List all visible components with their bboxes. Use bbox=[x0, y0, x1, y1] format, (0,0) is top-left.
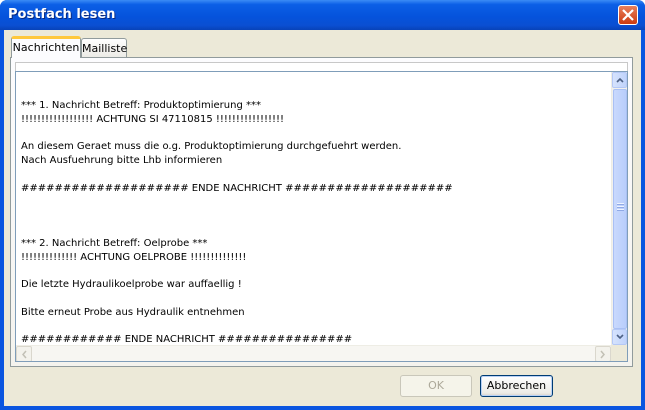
message-line bbox=[21, 85, 601, 99]
close-button[interactable] bbox=[618, 5, 638, 25]
message-line: Nach Ausfuehrung bitte Lhb informieren bbox=[21, 154, 223, 166]
message-line: An diesem Geraet muss die o.g. Produktop… bbox=[21, 141, 402, 153]
tab-mailliste[interactable]: Mailliste bbox=[81, 38, 127, 57]
chevron-down-icon bbox=[616, 334, 624, 340]
horizontal-scrollbar[interactable] bbox=[16, 345, 611, 361]
cancel-button[interactable]: Abbrechen bbox=[480, 375, 553, 397]
message-line bbox=[21, 223, 601, 237]
scroll-down-button[interactable] bbox=[612, 329, 627, 345]
window-title: Postfach lesen bbox=[8, 7, 116, 22]
dialog-window: Postfach lesen Nachrichten Mailliste ***… bbox=[0, 0, 645, 410]
message-line: *** 1. Nachricht Betreff: Produktoptimie… bbox=[21, 99, 261, 111]
vertical-scrollbar[interactable] bbox=[611, 72, 627, 345]
scroll-thumb[interactable] bbox=[613, 89, 627, 329]
message-line: *** 2. Nachricht Betreff: Oelprobe *** bbox=[21, 237, 208, 249]
message-line: !!!!!!!!!!!!!!!!!! ACHTUNG SI 47110815 !… bbox=[21, 113, 285, 125]
message-textarea[interactable]: *** 1. Nachricht Betreff: Produktoptimie… bbox=[15, 71, 628, 362]
message-line: Die letzte Hydraulikoelprobe war auffael… bbox=[21, 279, 242, 291]
message-line bbox=[21, 209, 601, 223]
message-line bbox=[21, 264, 601, 278]
ok-button[interactable]: OK bbox=[400, 375, 472, 397]
scroll-up-button[interactable] bbox=[612, 72, 627, 88]
scroll-left-button[interactable] bbox=[16, 346, 32, 361]
message-line bbox=[21, 168, 601, 182]
cancel-button-label: Abbrechen bbox=[486, 379, 547, 392]
scrollbar-corner bbox=[611, 345, 627, 361]
message-line bbox=[21, 195, 601, 209]
chevron-up-icon bbox=[616, 77, 624, 83]
message-line bbox=[21, 320, 601, 334]
title-bar[interactable]: Postfach lesen bbox=[0, 0, 645, 30]
thumb-grip bbox=[617, 206, 624, 208]
dialog-body: Nachrichten Mailliste *** 1. Nachricht B… bbox=[4, 30, 641, 406]
tab-mailliste-label: Mailliste bbox=[82, 42, 128, 55]
thumb-grip bbox=[617, 209, 624, 211]
chevron-right-icon bbox=[600, 350, 605, 359]
close-icon bbox=[622, 9, 634, 21]
chevron-left-icon bbox=[22, 350, 27, 359]
message-line: !!!!!!!!!!!!!! ACHTUNG OELPROBE !!!!!!!!… bbox=[21, 251, 247, 263]
message-line bbox=[21, 292, 601, 306]
thumb-grip bbox=[617, 203, 624, 205]
ok-button-label: OK bbox=[428, 379, 444, 392]
message-text: *** 1. Nachricht Betreff: Produktoptimie… bbox=[21, 85, 601, 347]
message-line bbox=[21, 126, 601, 140]
message-line: Bitte erneut Probe aus Hydraulik entnehm… bbox=[21, 306, 245, 318]
panel-top-strip bbox=[15, 62, 628, 71]
tab-panel: *** 1. Nachricht Betreff: Produktoptimie… bbox=[10, 57, 633, 367]
tab-nachrichten-label: Nachrichten bbox=[12, 41, 80, 54]
message-line: #################### ENDE NACHRICHT ####… bbox=[21, 182, 453, 194]
scroll-right-button[interactable] bbox=[595, 346, 611, 361]
tab-nachrichten[interactable]: Nachrichten bbox=[11, 36, 81, 58]
